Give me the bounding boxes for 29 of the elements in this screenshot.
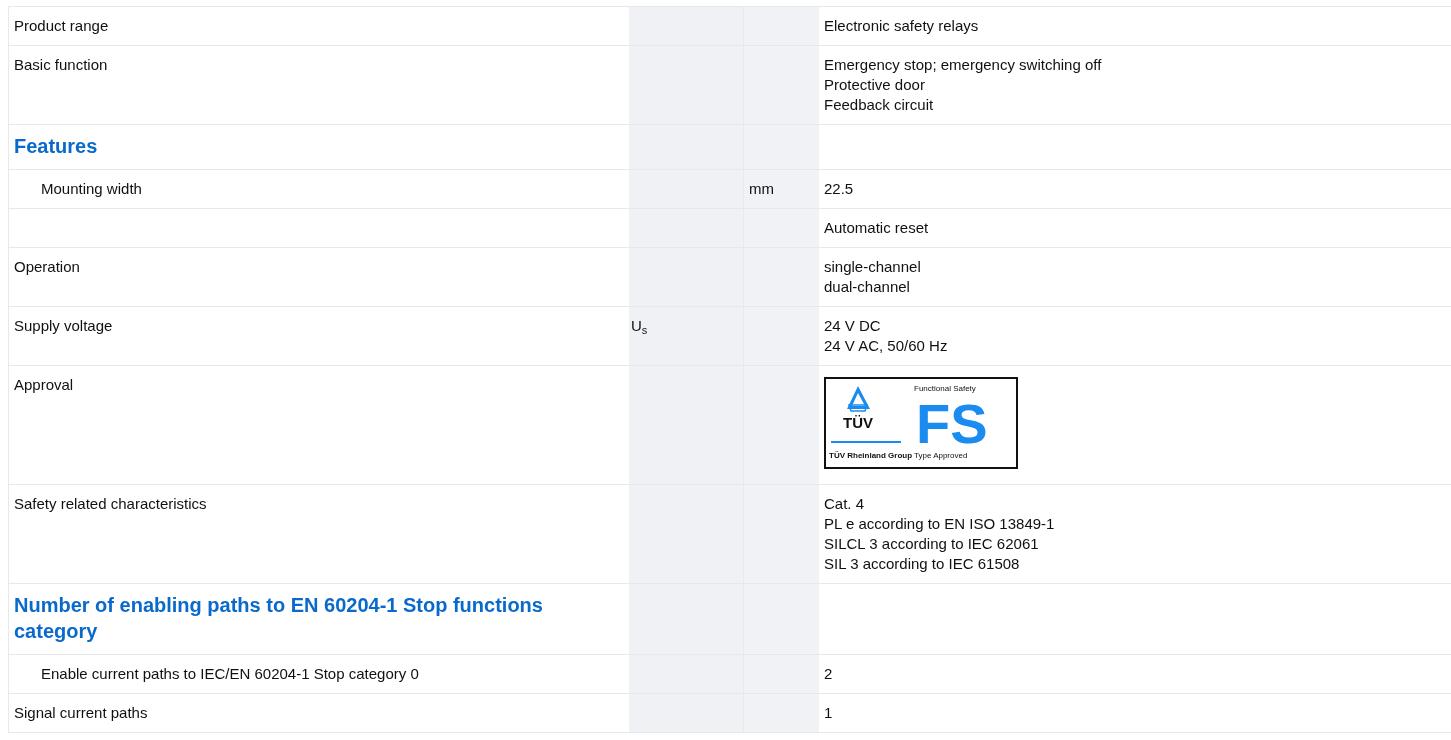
value-text: 1: [824, 703, 833, 723]
value-text: Cat. 4: [824, 494, 865, 514]
row-label: Enable current paths to IEC/EN 60204-1 Stop category 0: [41, 664, 419, 684]
symbol-cell: U$_{s}$: [629, 307, 743, 365]
value-text: SILCL 3 according to IEC 62061: [824, 534, 1039, 554]
row-label: Operation: [14, 257, 80, 277]
row-label: Approval: [14, 375, 74, 395]
row-label: Supply voltage: [14, 316, 113, 336]
value-text: 2: [824, 664, 833, 684]
section-heading: Features: [14, 134, 98, 159]
row-label: Mounting width: [41, 179, 142, 199]
value-text: Automatic reset: [824, 218, 929, 238]
row-label: Signal current paths: [14, 703, 148, 723]
value-text: Feedback circuit: [824, 95, 934, 115]
value-text: 22.5: [824, 179, 854, 199]
section-heading: Number of enabling paths to EN 60204-1 Stop functions category: [14, 593, 544, 644]
value-text: Electronic safety relays: [824, 16, 979, 36]
value-text: PL e according to EN ISO 13849-1: [824, 514, 1055, 534]
value-text: SIL 3 according to IEC 61508: [824, 554, 1020, 574]
value-text: 24 V DC: [824, 316, 881, 336]
row-label: Safety related characteristics: [14, 494, 207, 514]
value-text: Emergency stop; emergency switching off: [824, 55, 1102, 75]
row-label: Basic function: [14, 55, 108, 75]
value-text: dual-channel: [824, 277, 910, 297]
unit-cell: mm: [743, 170, 819, 208]
value-text: Protective door: [824, 75, 925, 95]
value-text: 24 V AC, 50/60 Hz: [824, 336, 948, 356]
value-text: single-channel: [824, 257, 921, 277]
row-label: Product range: [14, 16, 109, 36]
